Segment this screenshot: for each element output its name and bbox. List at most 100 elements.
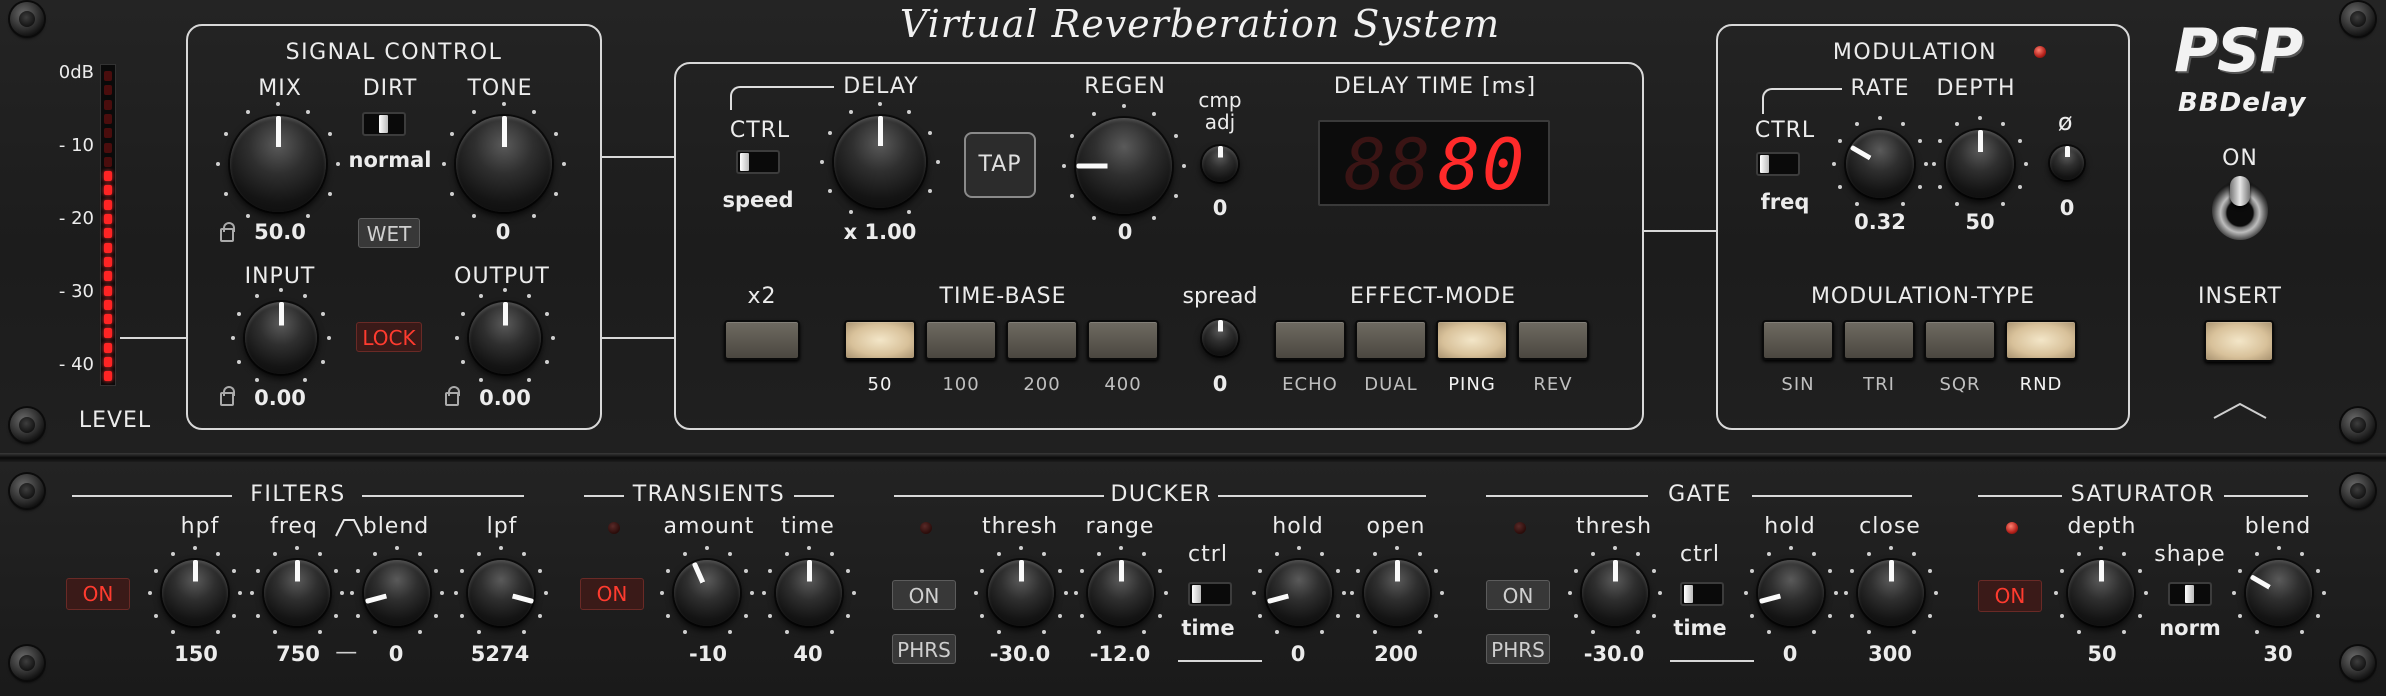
lock-button[interactable]: LOCK bbox=[356, 322, 422, 352]
tone-value: 0 bbox=[495, 220, 511, 244]
scale-dot bbox=[1297, 546, 1301, 550]
scale-dot bbox=[2001, 201, 2005, 206]
amount-knob[interactable] bbox=[674, 560, 740, 626]
blend-value: 0 bbox=[388, 642, 404, 666]
depth-knob[interactable] bbox=[1946, 130, 2014, 198]
scale-dot bbox=[1635, 629, 1640, 634]
time-knob[interactable] bbox=[776, 560, 842, 626]
timebase-button[interactable] bbox=[1006, 320, 1078, 360]
modulation-type-button[interactable] bbox=[1924, 320, 1996, 360]
spread-label: spread bbox=[1182, 284, 1258, 309]
modulation-type-button[interactable] bbox=[1762, 320, 1834, 360]
ducker-ctrl-switch[interactable] bbox=[1188, 582, 1232, 606]
scale-dot bbox=[224, 132, 229, 136]
scale-dot bbox=[727, 552, 732, 557]
timebase-button[interactable] bbox=[1087, 320, 1159, 360]
sat-depth-knob[interactable] bbox=[2068, 560, 2134, 626]
scale-dot bbox=[1789, 546, 1793, 550]
rate-knob[interactable] bbox=[1846, 130, 1914, 198]
scale-dot bbox=[2024, 162, 2028, 166]
scale-dot bbox=[2121, 552, 2126, 557]
gate-ctrl-switch[interactable] bbox=[1680, 582, 1724, 606]
knob-pointer bbox=[1076, 163, 1124, 169]
scale-dot bbox=[336, 162, 340, 166]
ducker-hold-knob[interactable] bbox=[1266, 560, 1332, 626]
knob-pointer bbox=[1888, 560, 1894, 593]
effect-mode-button[interactable] bbox=[1436, 320, 1508, 360]
ducker-range-value: -12.0 bbox=[1089, 642, 1151, 666]
mod-ctrl-switch[interactable] bbox=[1756, 152, 1800, 176]
regen-knob[interactable] bbox=[1076, 118, 1172, 214]
insert-button[interactable] bbox=[2204, 320, 2274, 362]
tap-button[interactable]: TAP bbox=[964, 132, 1036, 198]
timebase-button[interactable] bbox=[844, 320, 916, 360]
modulation-type-button[interactable] bbox=[1843, 320, 1915, 360]
scale-dot bbox=[1590, 629, 1595, 634]
ducker-phrs-button[interactable]: PHRS bbox=[892, 634, 956, 664]
delay-ctrl-switch[interactable] bbox=[736, 150, 780, 174]
filters-on-button[interactable]: ON bbox=[66, 578, 130, 610]
saturator-on-button[interactable]: ON bbox=[1978, 580, 2042, 612]
effect-mode-label: REV bbox=[1533, 374, 1573, 395]
scale-dot bbox=[2254, 552, 2259, 557]
scale-dot bbox=[852, 591, 856, 595]
transients-on-button[interactable]: ON bbox=[580, 578, 644, 610]
gate-thresh-knob[interactable] bbox=[1582, 560, 1648, 626]
scale-dot bbox=[1335, 613, 1340, 618]
wet-button[interactable]: WET bbox=[358, 218, 420, 248]
scale-dot bbox=[1433, 613, 1438, 618]
dirt-switch[interactable] bbox=[362, 112, 406, 136]
cmp-adj-knob[interactable] bbox=[1202, 146, 1238, 182]
effect-mode-button[interactable] bbox=[1517, 320, 1589, 360]
scale-dot bbox=[1613, 546, 1617, 550]
hpf-knob[interactable] bbox=[162, 560, 228, 626]
chevron-up-icon[interactable] bbox=[2212, 400, 2268, 422]
effect-mode-button[interactable] bbox=[1355, 320, 1427, 360]
ducker-range-knob[interactable] bbox=[1088, 560, 1154, 626]
gate-phrs-button[interactable]: PHRS bbox=[1486, 634, 1550, 664]
delay-knob[interactable] bbox=[834, 116, 926, 208]
x2-button[interactable] bbox=[724, 320, 800, 360]
modulation-type-button[interactable] bbox=[2005, 320, 2077, 360]
rate-label: RATE bbox=[1850, 76, 1910, 101]
scale-dot bbox=[476, 552, 481, 557]
spread-knob[interactable] bbox=[1202, 320, 1238, 356]
gate-close-knob[interactable] bbox=[1858, 560, 1924, 626]
sat-blend-knob[interactable] bbox=[2246, 560, 2312, 626]
section-rule bbox=[2224, 495, 2308, 497]
scale-dot bbox=[1064, 591, 1068, 595]
effect-mode-label: ECHO bbox=[1282, 374, 1338, 395]
dirt-value: normal bbox=[348, 148, 432, 172]
output-knob[interactable] bbox=[469, 302, 541, 374]
phase-knob[interactable] bbox=[2050, 146, 2084, 180]
meter-led bbox=[104, 128, 112, 139]
ducker-open-knob[interactable] bbox=[1364, 560, 1430, 626]
knob-pointer bbox=[500, 590, 534, 604]
tone-knob[interactable] bbox=[456, 116, 552, 212]
screw-icon bbox=[2341, 474, 2375, 508]
ducker-on-button[interactable]: ON bbox=[892, 580, 956, 610]
gate-hold-knob[interactable] bbox=[1758, 560, 1824, 626]
freq-knob[interactable] bbox=[264, 560, 330, 626]
delay-ctrl-value: speed bbox=[722, 188, 794, 212]
scale-dot bbox=[1057, 613, 1062, 618]
scale-dot bbox=[433, 613, 438, 618]
gate-on-button[interactable]: ON bbox=[1486, 580, 1550, 610]
scale-dot bbox=[193, 546, 197, 550]
power-on-label: ON bbox=[2222, 146, 2258, 171]
timebase-button[interactable] bbox=[925, 320, 997, 360]
knob-pointer bbox=[502, 302, 508, 338]
power-toggle[interactable] bbox=[2212, 176, 2268, 240]
knob-pointer bbox=[1118, 560, 1124, 593]
scale-dot bbox=[660, 591, 664, 595]
shape-switch[interactable] bbox=[2168, 582, 2212, 606]
blend-knob[interactable] bbox=[364, 560, 430, 626]
scale-dot bbox=[256, 568, 261, 573]
input-knob[interactable] bbox=[245, 302, 317, 374]
lpf-knob[interactable] bbox=[468, 560, 534, 626]
scale-dot bbox=[395, 546, 399, 550]
ducker-thresh-knob[interactable] bbox=[988, 560, 1054, 626]
mix-knob[interactable] bbox=[230, 116, 326, 212]
scale-dot bbox=[2017, 185, 2022, 189]
effect-mode-button[interactable] bbox=[1274, 320, 1346, 360]
